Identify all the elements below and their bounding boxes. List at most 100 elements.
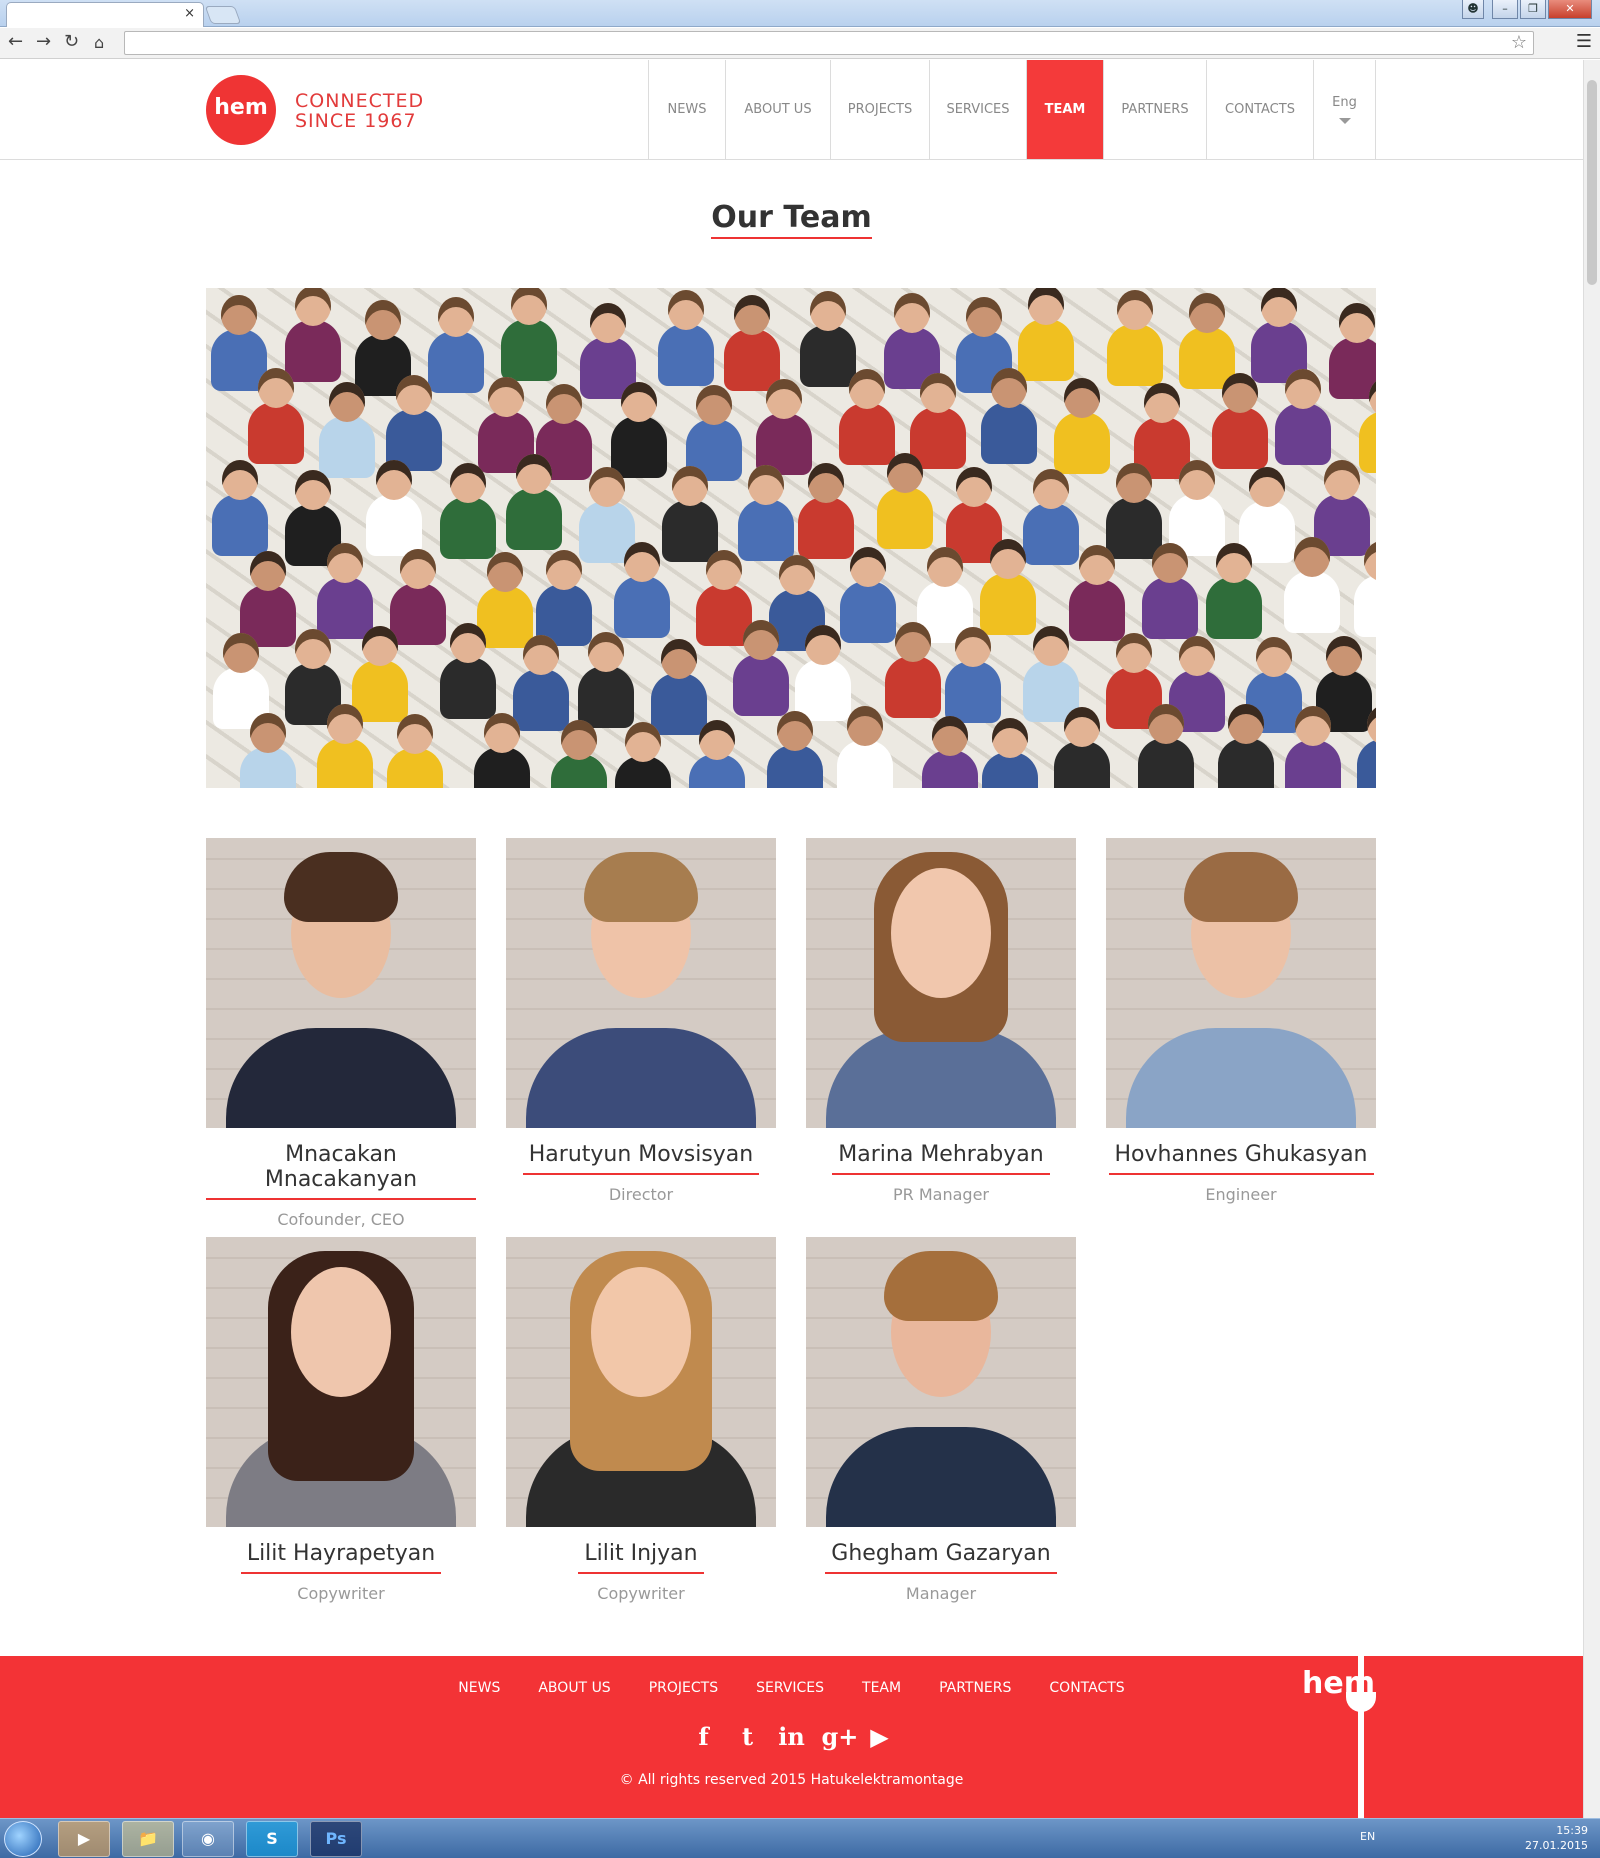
crowd-person-head (920, 372, 957, 413)
footer-nav-about-us[interactable]: ABOUT US (538, 1680, 610, 1696)
footer-nav-partners[interactable]: PARTNERS (939, 1680, 1011, 1696)
member-name: Marina Mehrabyan (832, 1142, 1050, 1175)
nav-services[interactable]: SERVICES (930, 60, 1027, 159)
google-plus-icon[interactable]: g+ (822, 1722, 859, 1751)
crowd-person (737, 499, 794, 562)
chevron-down-icon (1338, 118, 1351, 124)
restore-button[interactable]: ❐ (1520, 0, 1546, 19)
crowd-person-head (1326, 635, 1363, 676)
crowd-person (1106, 497, 1163, 560)
user-icon[interactable]: ☻ (1462, 0, 1484, 19)
crowd-person (439, 657, 496, 720)
footer-nav-news[interactable]: NEWS (458, 1680, 500, 1696)
nav-contacts[interactable]: CONTACTS (1207, 60, 1314, 159)
team-group-photo (206, 288, 1376, 788)
crowd-person (1137, 738, 1194, 788)
crowd-person (766, 744, 823, 788)
file-explorer-icon[interactable]: 📁 (122, 1821, 174, 1857)
footer-nav-contacts[interactable]: CONTACTS (1049, 1680, 1124, 1696)
browser-titlebar: × ☻ – ❐ ✕ (0, 0, 1600, 27)
crowd-person-head (927, 546, 964, 587)
reload-icon[interactable]: ↻ (64, 31, 79, 52)
crowd-person (944, 660, 1001, 723)
media-player-icon[interactable]: ▶ (58, 1821, 110, 1857)
crowd-person-head (990, 368, 1027, 409)
back-icon[interactable]: ← (8, 31, 23, 52)
input-language[interactable]: EN (1360, 1830, 1375, 1843)
system-tray-clock[interactable]: 15:39 27.01.2015 (1525, 1823, 1588, 1853)
scrollbar-thumb[interactable] (1587, 80, 1597, 285)
nav-team[interactable]: TEAM (1027, 60, 1104, 159)
footer-nav-services[interactable]: SERVICES (756, 1680, 824, 1696)
copyright: © All rights reserved 2015 Hatukelektram… (619, 1772, 964, 1788)
crowd-person (1053, 411, 1110, 474)
twitter-icon[interactable]: t (734, 1722, 762, 1751)
browser-tab[interactable]: × (6, 2, 204, 27)
crowd-person-head (1227, 704, 1264, 745)
bookmark-star-icon[interactable]: ☆ (1511, 32, 1527, 53)
page-scrollbar[interactable] (1583, 60, 1600, 1818)
skype-icon[interactable]: S (246, 1821, 298, 1857)
crowd-person (724, 328, 781, 391)
nav-projects[interactable]: PROJECTS (831, 60, 930, 159)
crowd-person (577, 666, 634, 729)
crowd-person-head (848, 369, 885, 410)
site-logo[interactable]: hem (206, 75, 276, 145)
crowd-person (386, 747, 443, 788)
language-label: Eng (1332, 95, 1357, 110)
crowd-person-head (668, 289, 705, 330)
nav-about-us[interactable]: ABOUT US (726, 60, 831, 159)
crowd-person (239, 747, 296, 788)
crowd-person-head (1027, 288, 1064, 325)
forward-icon[interactable]: → (36, 31, 51, 52)
address-bar[interactable]: ☆ (124, 31, 1534, 55)
language-selector[interactable]: Eng (1314, 60, 1376, 159)
crowd-person (732, 654, 789, 717)
crowd-person-head (487, 377, 524, 418)
team-member-card: Mnacakan Mnacakanyan Cofounder, CEO (206, 838, 476, 1229)
member-role: Copywriter (597, 1584, 685, 1603)
footer-nav-projects[interactable]: PROJECTS (649, 1680, 718, 1696)
crowd-person-head (589, 467, 626, 507)
facebook-icon[interactable]: f (690, 1722, 718, 1751)
footer-nav-team[interactable]: TEAM (862, 1680, 901, 1696)
new-tab-button[interactable] (204, 6, 242, 24)
crowd-person (610, 416, 667, 479)
crowd-person-head (807, 462, 844, 503)
footer-logo[interactable]: hem (1302, 1666, 1375, 1701)
member-name: Mnacakan Mnacakanyan (206, 1142, 476, 1200)
crowd-person-head (1178, 460, 1215, 501)
youtube-icon[interactable]: ▶ (866, 1722, 894, 1751)
crowd-person-head (361, 626, 398, 667)
crowd-person-head (1063, 706, 1100, 747)
browser-menu-icon[interactable]: ☰ (1576, 31, 1592, 52)
chrome-icon[interactable]: ◉ (182, 1821, 234, 1857)
photoshop-icon[interactable]: Ps (310, 1821, 362, 1857)
member-role: Manager (905, 1584, 977, 1603)
crowd-person-head (1293, 537, 1330, 578)
crowd-person-head (696, 384, 733, 425)
linkedin-icon[interactable]: in (778, 1722, 806, 1751)
crowd-person-head (956, 466, 993, 507)
home-icon[interactable]: ⌂ (94, 33, 104, 52)
tab-close-icon[interactable]: × (184, 6, 195, 21)
member-name: Harutyun Movsisyan (522, 1142, 760, 1175)
crowd-person-head (365, 299, 402, 340)
close-window-button[interactable]: ✕ (1548, 0, 1592, 19)
site-header: hem CONNECTED SINCE 1967 NEWS ABOUT US P… (0, 60, 1583, 160)
crowd-person (980, 402, 1037, 465)
tagline-line2: SINCE 1967 (295, 110, 417, 132)
nav-partners[interactable]: PARTNERS (1104, 60, 1207, 159)
page-title: Our Team (0, 200, 1583, 239)
crowd-person (1141, 576, 1198, 639)
crowd-person-head (1178, 635, 1215, 676)
crowd-person-head (1249, 466, 1286, 507)
crowd-person (440, 496, 497, 559)
minimize-button[interactable]: – (1492, 0, 1518, 19)
start-button[interactable] (4, 1821, 42, 1857)
social-links: f t in g+ ▶ (0, 1722, 1583, 1751)
nav-news[interactable]: NEWS (649, 60, 726, 159)
main-nav: NEWS ABOUT US PROJECTS SERVICES TEAM PAR… (648, 60, 1376, 159)
crowd-person-head (400, 548, 437, 589)
crowd-person (513, 669, 570, 732)
